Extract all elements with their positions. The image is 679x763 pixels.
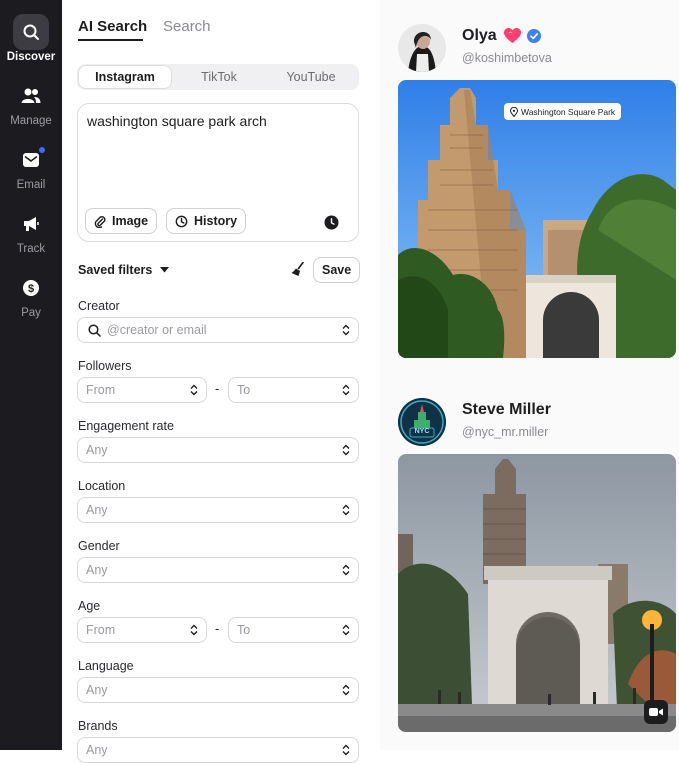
followers-label: Followers [78,359,132,373]
location-label: Location [78,479,126,493]
language-value: Any [86,683,108,697]
age-from-placeholder: From [86,623,116,637]
nav-label: Pay [21,307,41,319]
chevron-updown-icon [190,384,198,396]
location-tag: Washington Square Park [506,103,619,120]
creator-field[interactable]: @creator or email [77,317,359,343]
active-tab-underline [78,39,143,41]
dollar-icon: $ [13,270,49,306]
creator-handle: @nyc_mr.miller [462,425,549,439]
chevron-updown-icon [342,684,350,696]
followers-to-field[interactable]: To [228,377,359,403]
results-panel: Olya @koshimbetova Washington Square Par… [380,0,679,750]
brands-value: Any [86,743,108,757]
verified-icon [527,29,541,43]
platform-switcher: Instagram TikTok YouTube [77,64,359,90]
search-icon [88,323,101,337]
video-icon[interactable] [644,700,668,724]
chevron-updown-icon [342,384,350,396]
language-label: Language [78,659,134,673]
tab-search[interactable]: Search [163,18,211,35]
creator-label: Creator [78,299,120,313]
clock-icon[interactable] [324,215,339,235]
image-button-label: Image [112,214,149,228]
history-icon [175,215,188,227]
range-separator: - [215,621,220,636]
location-value: Any [86,503,108,517]
followers-from-field[interactable]: From [77,377,207,403]
notification-dot [39,147,45,153]
followers-from-placeholder: From [86,383,116,397]
heart-icon [504,28,521,43]
nav-label: Manage [10,115,52,127]
age-to-field[interactable]: To [228,617,359,643]
range-separator: - [215,381,220,396]
sidebar: Discover Manage Email Track $ Pay [0,0,62,750]
saved-filters-dropdown[interactable]: Saved filters [78,263,170,277]
creator-placeholder: @creator or email [107,323,207,337]
nav-discover[interactable]: Discover [0,14,62,63]
nav-track[interactable]: Track [0,206,62,255]
engagement-label: Engagement rate [78,419,174,433]
platform-youtube[interactable]: YouTube [265,66,357,88]
chevron-updown-icon [342,504,350,516]
age-label: Age [78,599,101,613]
history-button-label: History [194,214,238,228]
platform-tiktok[interactable]: TikTok [173,66,265,88]
creator-handle: @koshimbetova [462,51,552,65]
nav-label: Email [16,179,46,191]
followers-to-placeholder: To [237,383,251,397]
image-button[interactable]: Image [85,208,158,234]
brands-select[interactable]: Any [77,737,359,763]
chevron-updown-icon [190,624,198,636]
gender-select[interactable]: Any [77,557,359,583]
saved-filters-label: Saved filters [78,263,153,277]
nav-email[interactable]: Email [0,142,62,191]
engagement-select[interactable]: Any [77,437,359,463]
users-icon [13,78,49,114]
svg-text:$: $ [28,283,34,295]
history-button[interactable]: History [166,208,247,234]
age-from-field[interactable]: From [77,617,207,643]
post-thumbnail[interactable]: Washington Square Park [398,80,676,358]
megaphone-icon [13,206,49,242]
location-select[interactable]: Any [77,497,359,523]
nav-pay[interactable]: $ Pay [0,270,62,319]
avatar-text: NYC [414,428,430,435]
chevron-updown-icon [342,444,350,456]
filter-panel: AI Search Search Instagram TikTok YouTub… [62,0,380,763]
avatar[interactable] [398,24,446,72]
gender-value: Any [86,563,108,577]
broom-icon[interactable] [291,261,305,282]
ai-query-box[interactable]: washington square park arch Image Histor… [77,103,359,242]
query-text[interactable]: washington square park arch [87,113,267,129]
caret-down-icon [160,267,170,273]
platform-instagram[interactable]: Instagram [79,66,171,88]
creator-name[interactable]: Olya [462,27,497,45]
avatar[interactable]: NYC [398,398,446,446]
post-thumbnail[interactable] [398,454,676,732]
location-pin-icon [510,106,518,117]
location-tag-text: Washington Square Park [521,106,616,117]
age-to-placeholder: To [237,623,251,637]
nav-label: Discover [6,51,56,63]
chevron-updown-icon [342,324,350,336]
save-filter-button[interactable]: Save [313,257,361,283]
language-select[interactable]: Any [77,677,359,703]
search-icon [13,14,49,50]
chevron-updown-icon [342,624,350,636]
creator-name[interactable]: Steve Miller [462,401,551,419]
gender-label: Gender [78,539,120,553]
chevron-updown-icon [342,564,350,576]
chevron-updown-icon [342,744,350,756]
nav-manage[interactable]: Manage [0,78,62,127]
tab-ai-search[interactable]: AI Search [78,18,147,35]
nav-label: Track [16,243,46,255]
brands-label: Brands [78,719,118,733]
paperclip-icon [94,215,106,228]
mail-icon [13,142,49,178]
engagement-value: Any [86,443,108,457]
